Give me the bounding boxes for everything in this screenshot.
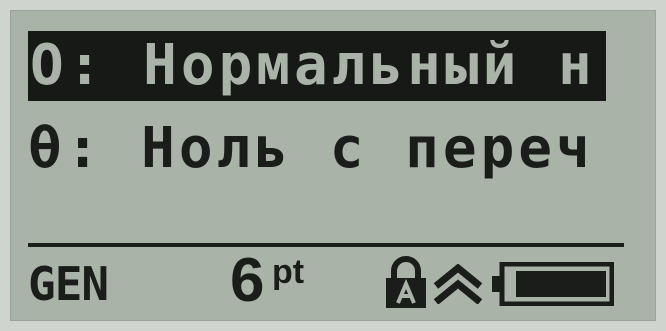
font-size-value: 6 <box>230 246 265 315</box>
menu-item-slashed-zero[interactable]: θ: Ноль с переч <box>28 114 594 184</box>
status-divider <box>28 243 624 247</box>
menu-item-normal-zero[interactable]: O: Нормальный н <box>28 31 606 101</box>
font-size-unit: pt <box>272 253 305 291</box>
lcd-screen: O: Нормальный н θ: Ноль с переч GEN 6 pt <box>10 10 656 321</box>
status-bar: GEN 6 pt <box>28 248 624 314</box>
battery-icon <box>492 262 614 306</box>
lock-icon <box>386 256 426 308</box>
mode-indicator: GEN <box>28 257 109 311</box>
device-bezel: O: Нормальный н θ: Ноль с переч GEN 6 pt <box>0 0 666 331</box>
double-chevron-up-icon <box>433 264 483 304</box>
